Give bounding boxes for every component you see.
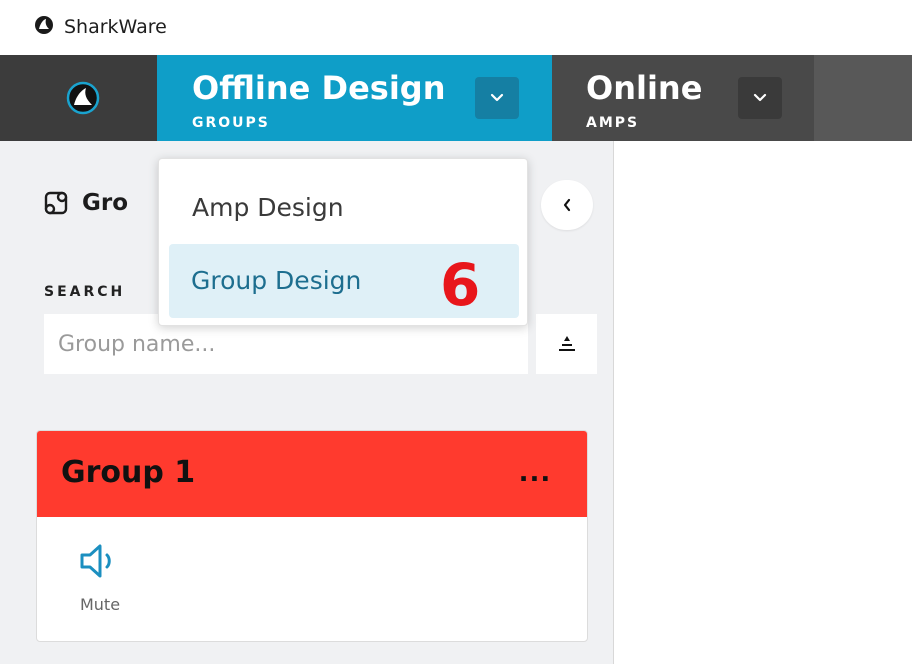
tab-online[interactable]: Online AMPS: [552, 55, 814, 141]
sort-icon: [558, 336, 575, 351]
chevron-down-icon: [490, 93, 504, 102]
mute-button[interactable]: Mute: [65, 541, 135, 626]
chevron-down-icon: [753, 93, 767, 102]
group-card-header[interactable]: Group 1 ...: [37, 431, 587, 517]
group-name: Group 1: [61, 455, 196, 490]
top-navigation: Offline Design GROUPS Online AMPS: [0, 55, 912, 141]
tab-offline-design[interactable]: Offline Design GROUPS: [157, 55, 552, 141]
sort-button[interactable]: [536, 314, 597, 374]
collapse-panel-button[interactable]: [541, 180, 593, 230]
tab-online-label: Online: [586, 69, 703, 107]
window-titlebar: SharkWare: [0, 0, 912, 55]
group-more-button[interactable]: ...: [511, 449, 559, 497]
shark-logo-icon: [66, 81, 100, 115]
mute-label: Mute: [79, 595, 121, 614]
shark-logo-icon: [35, 16, 53, 34]
nav-spacer: [814, 55, 912, 141]
main-content-area: [615, 141, 912, 664]
app-title: SharkWare: [64, 16, 167, 38]
chevron-left-icon: [563, 198, 571, 212]
tab-online-sublabel: AMPS: [586, 115, 640, 131]
offline-design-dropdown-button[interactable]: [475, 77, 519, 119]
groups-icon: [44, 191, 68, 215]
home-logo-button[interactable]: [0, 55, 157, 141]
tab-offline-design-sublabel: GROUPS: [192, 115, 270, 131]
group-card[interactable]: Group 1 ... Mute: [36, 430, 588, 642]
online-dropdown-button[interactable]: [738, 77, 782, 119]
panel-title: Gro: [82, 190, 129, 216]
step-number-annotation: 6: [440, 251, 481, 319]
search-label: SEARCH: [44, 284, 126, 300]
tab-offline-design-label: Offline Design: [192, 69, 446, 107]
speaker-icon: [80, 544, 111, 578]
menu-item-amp-design[interactable]: Amp Design: [169, 171, 519, 245]
panel-header: Gro: [42, 189, 128, 217]
